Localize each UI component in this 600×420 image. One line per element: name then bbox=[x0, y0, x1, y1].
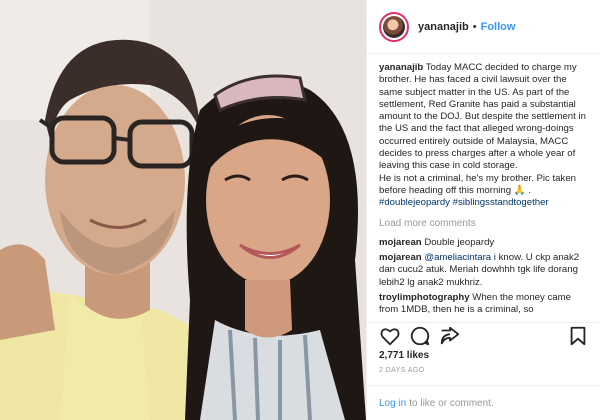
share-icon[interactable] bbox=[439, 325, 461, 347]
likes-count[interactable]: 2,771 likes bbox=[379, 350, 429, 361]
comment-mention[interactable]: @ameliacintara bbox=[424, 252, 491, 263]
caption-text-2: He is not a criminal, he's my brother. P… bbox=[379, 172, 576, 196]
post-details-panel: yananajib • Follow yananajib Today MACC … bbox=[366, 0, 600, 420]
follow-button[interactable]: Follow bbox=[481, 21, 516, 33]
comment-item: mojarean Double jeopardy bbox=[379, 237, 588, 249]
login-prompt-text: to like or comment. bbox=[409, 397, 494, 409]
login-footer: Log in to like or comment. bbox=[367, 385, 600, 420]
login-link[interactable]: Log in bbox=[379, 398, 406, 409]
comment-text: Double jeopardy bbox=[424, 236, 495, 248]
comment-username[interactable]: mojarean bbox=[379, 252, 422, 263]
post-date[interactable]: 2 DAYS AGO bbox=[379, 367, 425, 374]
caption: yananajib Today MACC decided to charge m… bbox=[379, 62, 588, 210]
caption-hashtags[interactable]: #doublejeopardy #siblingsstandtogether bbox=[379, 197, 549, 208]
action-bar bbox=[367, 322, 600, 348]
comment-username[interactable]: mojarean bbox=[379, 237, 422, 248]
avatar[interactable] bbox=[379, 11, 409, 42]
bookmark-icon[interactable] bbox=[567, 325, 589, 347]
avatar-image bbox=[383, 15, 405, 38]
post-photo[interactable] bbox=[0, 0, 366, 420]
load-more-comments-button[interactable]: Load more comments bbox=[379, 218, 588, 230]
comments-section[interactable]: yananajib Today MACC decided to charge m… bbox=[367, 54, 600, 322]
heart-icon[interactable] bbox=[379, 325, 401, 347]
comment-item: troylimphotography When the money came f… bbox=[379, 292, 588, 317]
photo-illustration bbox=[0, 0, 366, 420]
separator-dot: • bbox=[472, 20, 477, 33]
caption-text: Today MACC decided to charge my brother.… bbox=[379, 62, 586, 172]
caption-username[interactable]: yananajib bbox=[379, 62, 423, 73]
header-username[interactable]: yananajib bbox=[418, 21, 469, 33]
comment-icon[interactable] bbox=[409, 325, 431, 347]
comment-item: mojarean @ameliacintara i know. U ckp an… bbox=[379, 252, 588, 289]
comment-username[interactable]: troylimphotography bbox=[379, 292, 470, 303]
post-header: yananajib • Follow bbox=[367, 0, 600, 54]
